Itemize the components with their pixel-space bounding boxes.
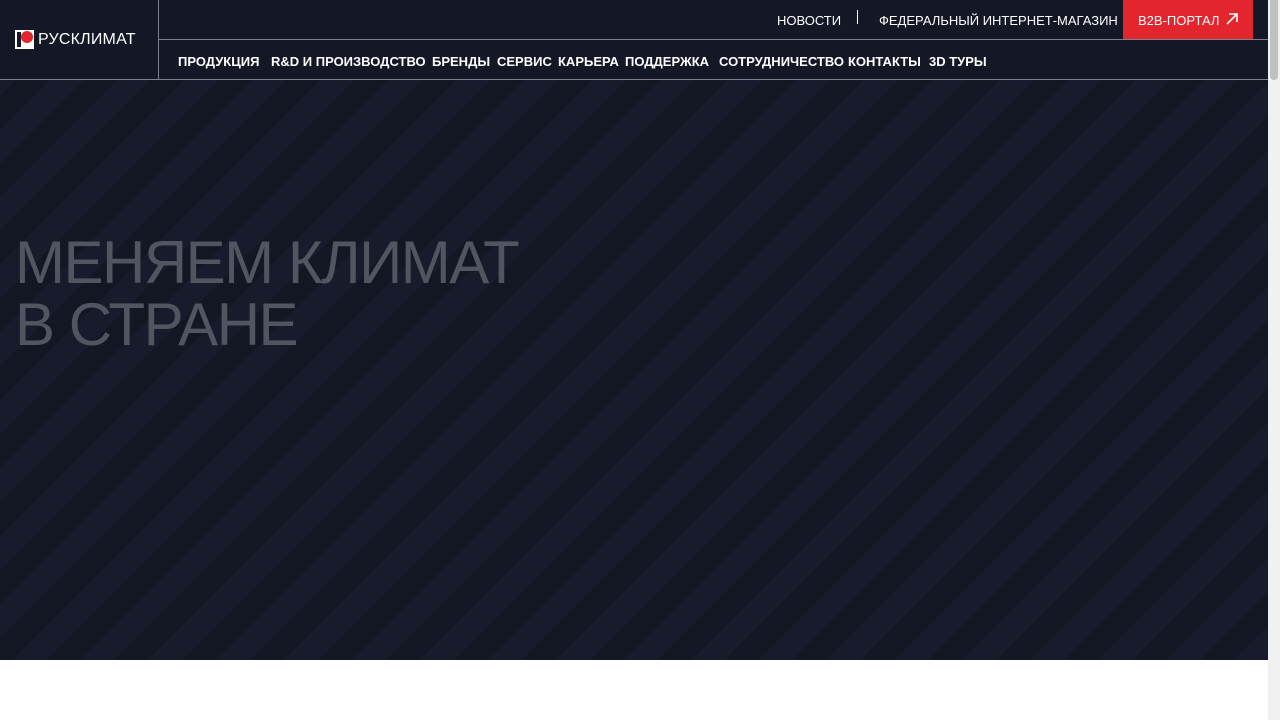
page: МЕНЯЕМ КЛИМАТ В СТРАНЕ РУСКЛИМАТ НОВОСТИ… [0, 0, 1268, 720]
hero-headline: МЕНЯЕМ КЛИМАТ В СТРАНЕ [15, 229, 520, 358]
main-nav: ПРОДУКЦИЯ R&D И ПРОИЗВОДСТВО БРЕНДЫ СЕРВ… [159, 40, 1268, 80]
site-header: РУСКЛИМАТ НОВОСТИ ФЕДЕРАЛЬНЫЙ ИНТЕРНЕТ-М… [0, 0, 1268, 80]
nav-item-contacts[interactable]: КОНТАКТЫ [848, 54, 921, 69]
nav-item-cooperation[interactable]: СОТРУДНИЧЕСТВО [719, 54, 844, 69]
nav-item-career[interactable]: КАРЬЕРА [558, 54, 619, 69]
logo-text: РУСКЛИМАТ [38, 31, 136, 48]
online-shop-link[interactable]: ФЕДЕРАЛЬНЫЙ ИНТЕРНЕТ-МАГАЗИН [879, 13, 1118, 28]
page-scrollbar[interactable] [1268, 0, 1280, 720]
hero-headline-line1: МЕНЯЕМ КЛИМАТ [15, 229, 520, 296]
hero-headline-line2: В СТРАНЕ [15, 291, 299, 358]
nav-item-support[interactable]: ПОДДЕРЖКА [625, 54, 709, 69]
logo-link[interactable]: РУСКЛИМАТ [0, 0, 159, 80]
nav-item-brands[interactable]: БРЕНДЫ [432, 54, 490, 69]
top-bar: НОВОСТИ ФЕДЕРАЛЬНЫЙ ИНТЕРНЕТ-МАГАЗИН B2B… [159, 0, 1268, 40]
hero-banner: МЕНЯЕМ КЛИМАТ В СТРАНЕ [0, 0, 1268, 660]
nav-item-3d-tours[interactable]: 3D ТУРЫ [929, 54, 987, 69]
b2b-portal-label: B2B-ПОРТАЛ [1138, 13, 1220, 28]
logo-icon [15, 30, 34, 49]
news-link[interactable]: НОВОСТИ [777, 13, 841, 28]
nav-item-rnd[interactable]: R&D И ПРОИЗВОДСТВО [271, 54, 426, 69]
b2b-portal-button[interactable]: B2B-ПОРТАЛ [1123, 0, 1253, 39]
scrollbar-thumb[interactable] [1270, 0, 1278, 80]
top-divider [857, 10, 858, 24]
nav-item-service[interactable]: СЕРВИС [497, 54, 552, 69]
nav-item-products[interactable]: ПРОДУКЦИЯ [178, 54, 259, 69]
arrow-up-right-icon [1226, 13, 1238, 25]
